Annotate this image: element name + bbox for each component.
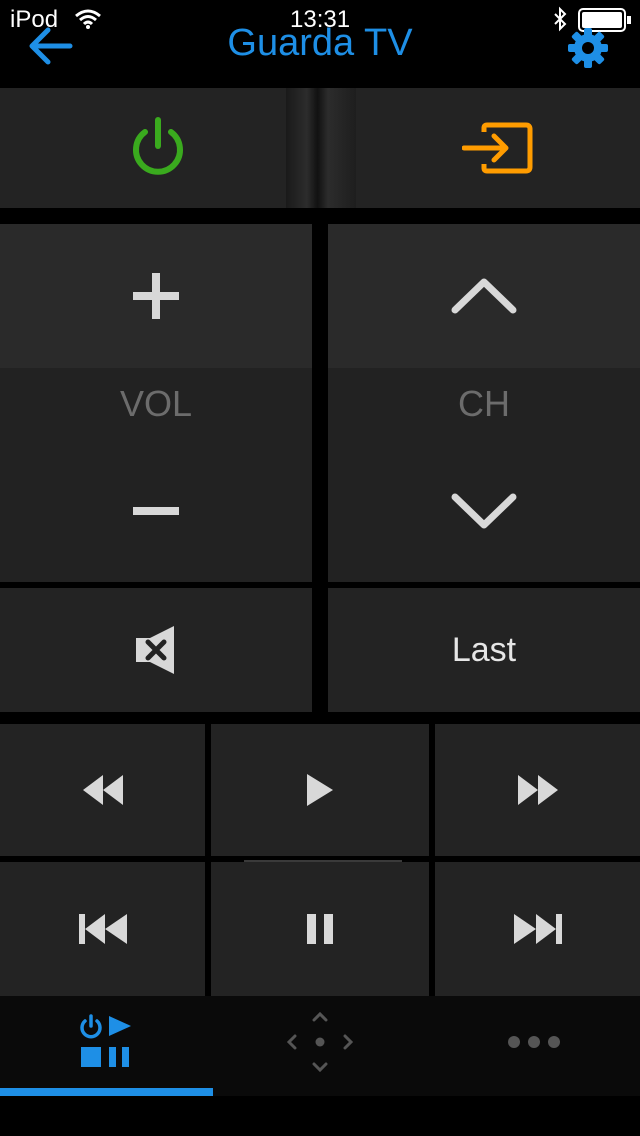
chevron-down-icon bbox=[451, 493, 517, 529]
gear-icon[interactable] bbox=[566, 26, 610, 70]
selected-tab-indicator bbox=[0, 1088, 213, 1096]
chevron-up-icon bbox=[451, 278, 517, 314]
skip-next-button[interactable] bbox=[435, 862, 640, 996]
pause-button[interactable] bbox=[211, 862, 429, 996]
channel-down-button[interactable] bbox=[328, 440, 640, 582]
volume-down-button[interactable] bbox=[0, 440, 312, 582]
tab-playback[interactable] bbox=[0, 996, 213, 1088]
ch-label: CH bbox=[458, 383, 510, 424]
more-dots-icon bbox=[507, 1036, 560, 1048]
vol-label: VOL bbox=[119, 383, 193, 424]
mute-button[interactable] bbox=[0, 588, 312, 712]
tab-navigation[interactable] bbox=[213, 996, 427, 1088]
input-source-icon bbox=[462, 122, 533, 174]
minus-icon bbox=[133, 507, 179, 515]
ch-label-area: CH bbox=[328, 368, 640, 440]
power-button[interactable] bbox=[0, 88, 316, 208]
input-source-button[interactable] bbox=[356, 88, 640, 208]
play-icon bbox=[307, 774, 333, 806]
page-title: Guarda TV bbox=[227, 22, 413, 64]
rewind-button[interactable] bbox=[0, 724, 205, 856]
fast-forward-icon bbox=[517, 775, 558, 805]
power-icon bbox=[133, 117, 183, 175]
pause-icon bbox=[307, 914, 333, 944]
mute-icon bbox=[136, 626, 174, 674]
volume-up-button[interactable] bbox=[0, 224, 312, 368]
last-channel-button[interactable]: Last bbox=[328, 588, 640, 712]
play-button[interactable] bbox=[211, 724, 429, 856]
skip-previous-button[interactable] bbox=[0, 862, 205, 996]
rewind-icon bbox=[82, 775, 123, 805]
power-play-stop-pause-icon bbox=[79, 1014, 131, 1067]
tab-more[interactable] bbox=[427, 996, 640, 1088]
fast-forward-button[interactable] bbox=[435, 724, 640, 856]
channel-up-button[interactable] bbox=[328, 224, 640, 368]
vol-label-area: VOL bbox=[0, 368, 312, 440]
skip-next-icon bbox=[513, 914, 562, 944]
divider bbox=[286, 88, 356, 208]
skip-previous-icon bbox=[78, 914, 127, 944]
plus-icon bbox=[133, 273, 179, 319]
dpad-icon bbox=[287, 1012, 353, 1072]
last-label: Last bbox=[451, 630, 517, 669]
